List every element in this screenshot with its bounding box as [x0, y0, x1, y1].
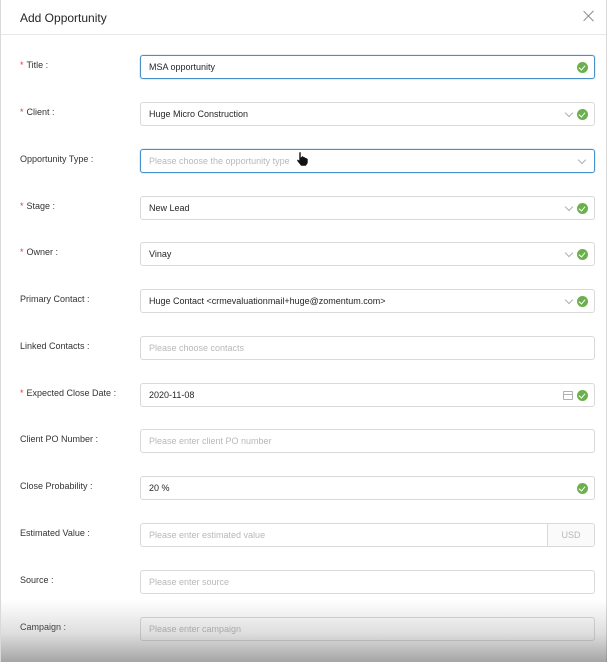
- opportunity-type-placeholder: Please choose the opportunity type: [149, 156, 290, 166]
- close-probability-label: Close Probability :: [20, 481, 93, 491]
- required-marker: *: [20, 60, 24, 70]
- linked-contacts-select[interactable]: Please choose contacts: [140, 336, 595, 360]
- client-po-number-input[interactable]: Please enter client PO number: [140, 429, 595, 453]
- required-marker: *: [20, 388, 24, 398]
- currency-addon: USD: [547, 524, 594, 546]
- form-row-primary-contact: Primary Contact : Huge Contact <crmevalu…: [1, 289, 607, 313]
- title-input[interactable]: MSA opportunity: [140, 55, 595, 79]
- form-row-title: * Title : MSA opportunity: [1, 55, 607, 79]
- modal-header: Add Opportunity: [1, 0, 606, 35]
- check-circle-icon: [577, 109, 588, 120]
- add-opportunity-modal: Add Opportunity * Title : MSA opportunity…: [0, 0, 607, 662]
- linked-contacts-label: Linked Contacts :: [20, 341, 90, 351]
- source-input[interactable]: Please enter source: [140, 570, 595, 594]
- chevron-down-icon: [565, 110, 572, 117]
- client-label: * Client :: [20, 107, 55, 117]
- owner-select[interactable]: Vinay: [140, 242, 595, 266]
- modal-title: Add Opportunity: [20, 11, 107, 25]
- check-circle-icon: [577, 390, 588, 401]
- estimated-value-label: Estimated Value :: [20, 528, 90, 538]
- form-row-source: Source : Please enter source: [1, 570, 607, 594]
- primary-contact-value: Huge Contact <crmevaluationmail+huge@zom…: [149, 296, 386, 306]
- stage-label: * Stage :: [20, 201, 56, 211]
- primary-contact-select[interactable]: Huge Contact <crmevaluationmail+huge@zom…: [140, 289, 595, 313]
- close-icon[interactable]: [582, 9, 596, 23]
- form-row-close-probability: Close Probability : 20 %: [1, 476, 607, 500]
- opportunity-type-label: Opportunity Type :: [20, 154, 94, 164]
- mouse-cursor-icon: [296, 151, 309, 167]
- primary-contact-label: Primary Contact :: [20, 294, 90, 304]
- campaign-input[interactable]: Please enter campaign: [140, 617, 595, 641]
- campaign-placeholder: Please enter campaign: [149, 624, 242, 634]
- calendar-icon: [563, 391, 573, 400]
- owner-label: * Owner :: [20, 247, 59, 257]
- expected-close-date-value: 2020-11-08: [149, 390, 195, 400]
- estimated-value-placeholder: Please enter estimated value: [149, 530, 266, 540]
- stage-value: New Lead: [149, 203, 190, 213]
- expected-close-date-picker[interactable]: 2020-11-08: [140, 383, 595, 407]
- form-row-expected-close-date: * Expected Close Date : 2020-11-08: [1, 383, 607, 407]
- check-circle-icon: [577, 483, 588, 494]
- stage-select[interactable]: New Lead: [140, 196, 595, 220]
- campaign-label: Campaign :: [20, 622, 67, 632]
- form-row-client-po-number: Client PO Number : Please enter client P…: [1, 429, 607, 453]
- form-row-estimated-value: Estimated Value : Please enter estimated…: [1, 523, 607, 547]
- required-marker: *: [20, 247, 24, 257]
- chevron-down-icon: [565, 250, 572, 257]
- check-circle-icon: [577, 62, 588, 73]
- chevron-down-icon: [565, 297, 572, 304]
- check-circle-icon: [577, 203, 588, 214]
- client-value: Huge Micro Construction: [149, 109, 249, 119]
- linked-contacts-placeholder: Please choose contacts: [149, 343, 245, 353]
- owner-value: Vinay: [149, 249, 172, 259]
- client-po-number-label: Client PO Number :: [20, 434, 99, 444]
- form-row-linked-contacts: Linked Contacts : Please choose contacts: [1, 336, 607, 360]
- form-row-client: * Client : Huge Micro Construction: [1, 102, 607, 126]
- form-row-owner: * Owner : Vinay: [1, 242, 607, 266]
- expected-close-date-label: * Expected Close Date :: [20, 388, 117, 398]
- required-marker: *: [20, 107, 24, 117]
- source-label: Source :: [20, 575, 54, 585]
- title-label: * Title :: [20, 60, 49, 70]
- client-select[interactable]: Huge Micro Construction: [140, 102, 595, 126]
- check-circle-icon: [577, 296, 588, 307]
- close-probability-value: 20 %: [149, 483, 170, 493]
- form-row-campaign: Campaign : Please enter campaign: [1, 617, 607, 641]
- required-marker: *: [20, 201, 24, 211]
- title-value: MSA opportunity: [149, 62, 216, 72]
- chevron-down-icon: [578, 157, 585, 164]
- source-placeholder: Please enter source: [149, 577, 230, 587]
- close-probability-input[interactable]: 20 %: [140, 476, 595, 500]
- check-circle-icon: [577, 249, 588, 260]
- client-po-number-placeholder: Please enter client PO number: [149, 436, 272, 446]
- chevron-down-icon: [565, 204, 572, 211]
- opportunity-type-select[interactable]: Please choose the opportunity type: [140, 149, 595, 173]
- estimated-value-input[interactable]: Please enter estimated value USD: [140, 523, 595, 547]
- form-row-stage: * Stage : New Lead: [1, 196, 607, 220]
